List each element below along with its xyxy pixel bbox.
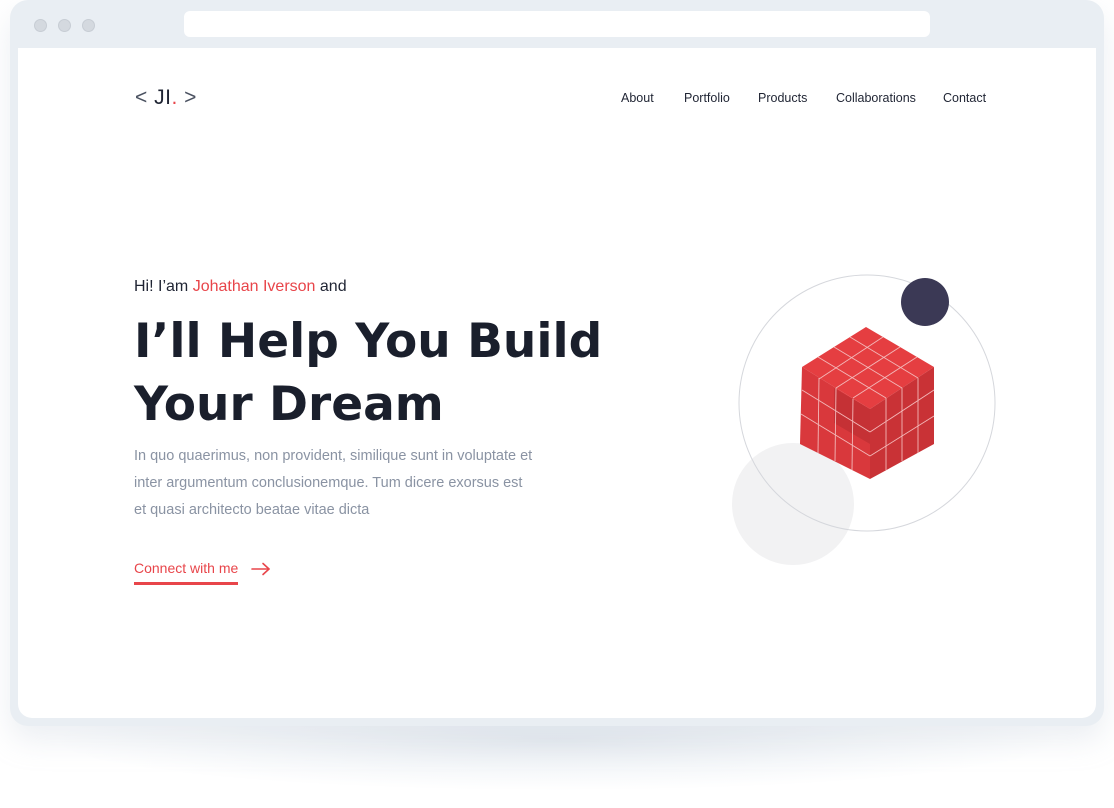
red-cube-illustration bbox=[732, 274, 996, 565]
site-logo[interactable]: < JI. > bbox=[135, 86, 197, 110]
hero-greeting: Hi! I’am Johathan Iverson and bbox=[134, 278, 347, 296]
page-viewport: < JI. > About Portfolio Products Collabo… bbox=[18, 48, 1096, 718]
hero-headline: I’ll Help You Build Your Dream bbox=[134, 310, 614, 436]
nav-collaborations-link[interactable]: Collaborations bbox=[836, 91, 916, 105]
browser-window: < JI. > About Portfolio Products Collabo… bbox=[10, 0, 1104, 726]
greeting-suffix: and bbox=[319, 278, 347, 295]
screenshot-stage: < JI. > About Portfolio Products Collabo… bbox=[0, 0, 1114, 808]
address-bar[interactable] bbox=[184, 11, 930, 37]
nav-contact-link[interactable]: Contact bbox=[943, 91, 986, 105]
arrow-right-icon bbox=[251, 562, 270, 576]
window-maximize-dot[interactable] bbox=[82, 19, 95, 32]
window-minimize-dot[interactable] bbox=[58, 19, 71, 32]
greeting-prefix: Hi! I’am bbox=[134, 278, 189, 295]
nav-products-link[interactable]: Products bbox=[758, 91, 807, 105]
nav-about-link[interactable]: About bbox=[621, 91, 654, 105]
connect-button[interactable]: Connect with me bbox=[134, 560, 270, 585]
window-close-dot[interactable] bbox=[34, 19, 47, 32]
headline-line-1: I’ll Help You Build bbox=[134, 314, 603, 369]
logo-dot: . bbox=[171, 86, 178, 109]
headline-line-2: Your Dream bbox=[134, 377, 444, 432]
nav-portfolio-link[interactable]: Portfolio bbox=[684, 91, 730, 105]
orbit-ball bbox=[901, 278, 949, 326]
logo-initials: JI bbox=[154, 86, 172, 109]
logo-close-bracket: > bbox=[184, 86, 197, 109]
logo-open-bracket: < bbox=[135, 86, 148, 109]
greeting-name: Johathan Iverson bbox=[192, 278, 316, 295]
hero-lead-paragraph: In quo quaerimus, non provident, similiq… bbox=[134, 448, 533, 518]
connect-button-label: Connect with me bbox=[134, 560, 239, 585]
